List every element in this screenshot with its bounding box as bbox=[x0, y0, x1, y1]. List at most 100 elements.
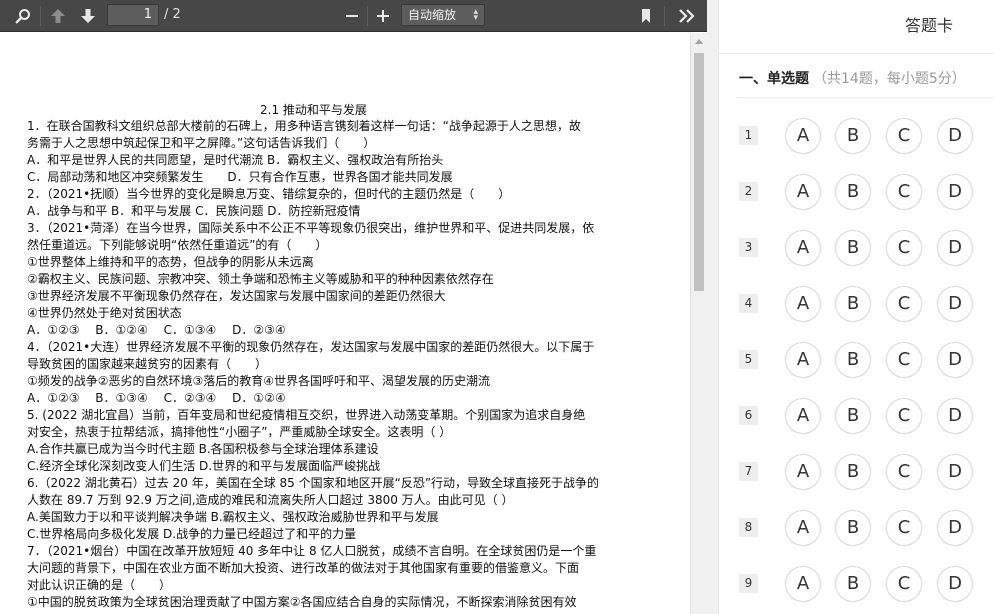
option-button-b[interactable]: B bbox=[835, 342, 871, 378]
page-total-label: / 2 bbox=[164, 7, 181, 22]
option-button-b[interactable]: B bbox=[835, 118, 871, 154]
answer-card-panel: 答题卡 一、单选题 （共14题，每小题5分） 1ABCD2ABCD3ABCD4AB… bbox=[718, 0, 994, 614]
document-text: 1．在联合国教科文组织总部大楼前的石碑上，用多种语言镌刻着这样一句话：“战争起源… bbox=[27, 118, 605, 611]
option-button-d[interactable]: D bbox=[937, 230, 973, 266]
option-button-b[interactable]: B bbox=[835, 566, 871, 602]
question-row: 1 ABCD bbox=[719, 118, 994, 174]
scroll-thumb[interactable] bbox=[694, 53, 704, 291]
search-button[interactable] bbox=[10, 4, 36, 28]
scroll-up-arrow-icon[interactable] bbox=[695, 39, 703, 44]
document-line: A．①②③ B．①②④ C．①③④ D．②③④ bbox=[27, 323, 286, 337]
option-button-c[interactable]: C bbox=[886, 118, 922, 154]
document-line: 然任重道远。下列能够说明“依然任重道远”的有（ ） bbox=[27, 238, 328, 252]
option-button-a[interactable]: A bbox=[785, 510, 821, 546]
zoom-select[interactable]: 自动缩放 ▴ ▾ bbox=[401, 4, 485, 26]
document-line: 大问题的背景下，中国在农业方面不断加大投资、进行改革的做法对于其他国家有重要的借… bbox=[27, 561, 580, 575]
document-line: 务需于人之思想中筑起保卫和平之屏障。”这句话告诉我们（ ） bbox=[27, 136, 376, 150]
zoom-in-button[interactable] bbox=[371, 4, 395, 28]
option-button-d[interactable]: D bbox=[937, 510, 973, 546]
option-button-b[interactable]: B bbox=[835, 174, 871, 210]
toolbar-separator bbox=[367, 6, 368, 26]
question-number: 2 bbox=[739, 182, 758, 201]
next-page-button[interactable] bbox=[75, 4, 101, 28]
plus-icon bbox=[377, 10, 389, 22]
document-page: 2.1 推动和平与发展 1．在联合国教科文组织总部大楼前的石碑上，用多种语言镌刻… bbox=[0, 33, 690, 614]
option-button-d[interactable]: D bbox=[937, 398, 973, 434]
question-number: 1 bbox=[739, 126, 758, 145]
zoom-select-value: 自动缩放 bbox=[408, 8, 457, 22]
document-line: ①中国的脱贫政策为全球贫困治理贡献了中国方案②各国应结合自身的实际情况，不断探索… bbox=[27, 595, 577, 609]
option-button-b[interactable]: B bbox=[835, 286, 871, 322]
option-button-c[interactable]: C bbox=[886, 454, 922, 490]
question-row: 4 ABCD bbox=[719, 286, 994, 342]
document-line: A．战争与和平 B．和平与发展 C．民族问题 D．防控新冠疫情 bbox=[27, 204, 361, 218]
option-button-d[interactable]: D bbox=[937, 566, 973, 602]
document-line: A．①②③ B．①③④ C．②③④ D．①②④ bbox=[27, 391, 286, 405]
section-name: 一、单选题 bbox=[739, 71, 809, 87]
question-row: 5 ABCD bbox=[719, 342, 994, 398]
document-line: 3．（2021•菏泽）在当今世界，国际关系中不公正不平等现象仍很突出，维护世界和… bbox=[27, 221, 595, 235]
option-button-c[interactable]: C bbox=[886, 342, 922, 378]
document-line: 人数在 89.7 万到 92.9 万之间,造成的难民和流离失所人口超过 3800… bbox=[27, 493, 514, 507]
option-button-d[interactable]: D bbox=[937, 174, 973, 210]
option-button-c[interactable]: C bbox=[886, 510, 922, 546]
option-button-a[interactable]: A bbox=[785, 118, 821, 154]
document-area: 2.1 推动和平与发展 1．在联合国教科文组织总部大楼前的石碑上，用多种语言镌刻… bbox=[0, 33, 690, 614]
question-number: 6 bbox=[739, 406, 758, 425]
question-row: 3 ABCD bbox=[719, 230, 994, 286]
option-button-d[interactable]: D bbox=[937, 342, 973, 378]
toolbar-separator bbox=[664, 6, 665, 26]
question-row: 8 ABCD bbox=[719, 510, 994, 566]
option-button-d[interactable]: D bbox=[937, 286, 973, 322]
option-button-c[interactable]: C bbox=[886, 230, 922, 266]
document-line: A.合作共赢已成为当今时代主题 B.各国积极参与全球治理体系建设 bbox=[27, 442, 379, 456]
option-button-a[interactable]: A bbox=[785, 566, 821, 602]
option-button-a[interactable]: A bbox=[785, 454, 821, 490]
pdf-toolbar: 1 / 2 自动缩放 ▴ ▾ bbox=[0, 0, 707, 32]
option-button-d[interactable]: D bbox=[937, 118, 973, 154]
option-button-a[interactable]: A bbox=[785, 398, 821, 434]
question-number: 4 bbox=[739, 294, 758, 313]
option-button-b[interactable]: B bbox=[835, 454, 871, 490]
option-button-b[interactable]: B bbox=[835, 230, 871, 266]
option-button-c[interactable]: C bbox=[886, 398, 922, 434]
toolbar-separator bbox=[40, 6, 41, 26]
question-number: 5 bbox=[739, 350, 758, 369]
option-button-b[interactable]: B bbox=[835, 398, 871, 434]
document-line: 4．（2021•大连）世界经济发展不平衡的现象仍然存在，发达国家与发展中国家的差… bbox=[27, 340, 595, 354]
question-row: 6 ABCD bbox=[719, 398, 994, 454]
option-button-d[interactable]: D bbox=[937, 454, 973, 490]
document-line: 6.（2022 湖北黄石）过去 20 年，美国在全球 85 个国家和地区开展“反… bbox=[27, 476, 600, 490]
bookmark-button[interactable] bbox=[634, 4, 658, 28]
question-number: 8 bbox=[739, 518, 758, 537]
minus-icon bbox=[346, 15, 358, 17]
question-row: 9 ABCD bbox=[719, 566, 994, 614]
zoom-out-button[interactable] bbox=[340, 4, 364, 28]
page-number-input[interactable]: 1 bbox=[107, 4, 159, 26]
option-button-a[interactable]: A bbox=[785, 286, 821, 322]
previous-page-button[interactable] bbox=[45, 4, 71, 28]
chevron-up-down-icon: ▴ ▾ bbox=[473, 7, 478, 23]
option-button-a[interactable]: A bbox=[785, 174, 821, 210]
question-number: 9 bbox=[739, 574, 758, 593]
option-button-a[interactable]: A bbox=[785, 230, 821, 266]
document-line: 5. (2022 湖北宜昌）当前，百年变局和世纪疫情相互交织，世界进入动荡变革期… bbox=[27, 408, 586, 422]
document-scrollbar[interactable] bbox=[690, 33, 707, 614]
search-icon bbox=[15, 9, 30, 24]
option-button-b[interactable]: B bbox=[835, 510, 871, 546]
option-button-c[interactable]: C bbox=[886, 566, 922, 602]
bookmark-icon bbox=[642, 9, 650, 23]
tools-menu-button[interactable] bbox=[673, 4, 701, 28]
option-button-c[interactable]: C bbox=[886, 174, 922, 210]
document-line: 导致贫困的国家越来越贫穷的因素有（ ） bbox=[27, 357, 268, 371]
section-header: 一、单选题 （共14题，每小题5分） bbox=[739, 68, 966, 88]
arrow-down-icon bbox=[81, 9, 95, 23]
pdf-viewer: 1 / 2 自动缩放 ▴ ▾ 2.1 推动和平与发展 1．在联合国教科文组织总部… bbox=[0, 0, 707, 614]
document-line: A.美国致力于以和平谈判解决争端 B.霸权主义、强权政治威胁世界和平与发展 bbox=[27, 510, 439, 524]
question-number: 7 bbox=[739, 462, 758, 481]
document-line: 对此认识正确的是（ ） bbox=[27, 578, 172, 592]
option-button-c[interactable]: C bbox=[886, 286, 922, 322]
double-chevron-right-icon bbox=[679, 9, 695, 23]
option-button-a[interactable]: A bbox=[785, 342, 821, 378]
section-meta: （共14题，每小题5分） bbox=[813, 71, 966, 87]
